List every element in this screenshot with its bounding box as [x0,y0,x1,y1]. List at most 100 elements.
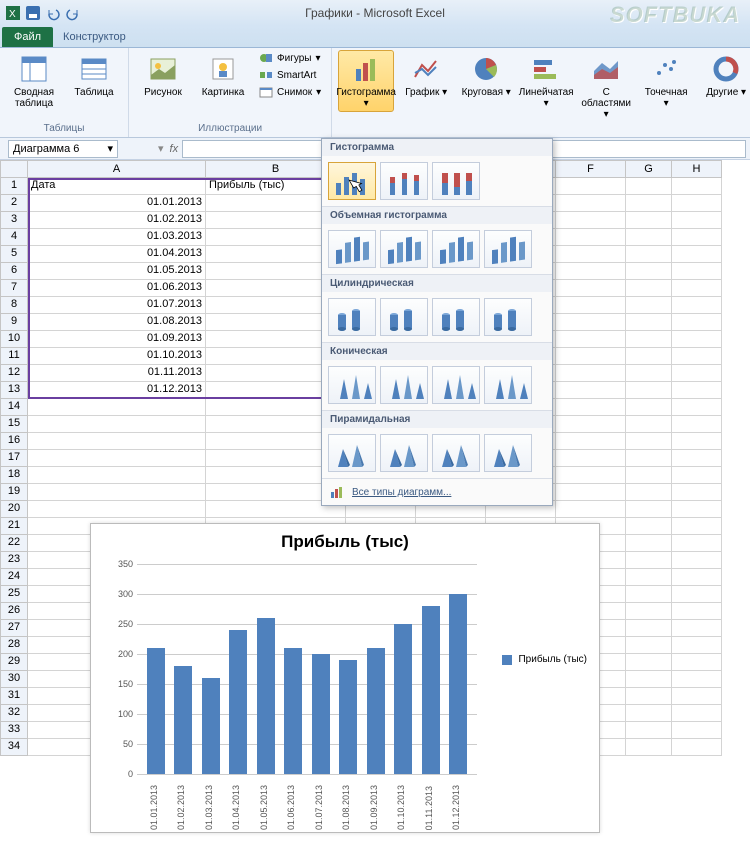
scatter-chart-button[interactable]: Точечная ▾ [638,50,694,112]
chart-type-option[interactable] [432,230,480,268]
row-header[interactable]: 34 [0,739,28,756]
cell[interactable] [672,365,722,382]
cell[interactable] [672,195,722,212]
row-header[interactable]: 24 [0,569,28,586]
plot-area[interactable]: 05010015020025030035001.01.201301.02.201… [137,564,477,774]
screenshot-button[interactable]: Снимок ▾ [255,84,325,100]
line-chart-button[interactable]: График ▾ [398,50,454,101]
cell[interactable] [626,467,672,484]
cell[interactable] [672,280,722,297]
cell[interactable] [626,654,672,671]
clipart-button[interactable]: Картинка [195,50,251,101]
cell[interactable]: 01.01.2013 [28,195,206,212]
fx-dropdown-icon[interactable]: ▾ [158,142,164,155]
cell[interactable] [556,484,626,501]
all-chart-types-link[interactable]: Все типы диаграмм... [322,479,552,505]
cell[interactable] [626,705,672,722]
cell[interactable] [556,382,626,399]
chart-type-option[interactable] [328,162,376,200]
cell[interactable] [672,484,722,501]
cell[interactable] [626,688,672,705]
cell[interactable]: 01.02.2013 [28,212,206,229]
cell[interactable]: 01.03.2013 [28,229,206,246]
cell[interactable] [28,399,206,416]
cell[interactable] [556,433,626,450]
tab-конструктор[interactable]: Конструктор [53,27,173,47]
cell[interactable] [626,637,672,654]
cell[interactable] [556,467,626,484]
table-button[interactable]: Таблица [66,50,122,101]
cell[interactable] [556,399,626,416]
cell[interactable] [672,433,722,450]
row-header[interactable]: 14 [0,399,28,416]
row-header[interactable]: 16 [0,433,28,450]
cell[interactable] [672,331,722,348]
row-header[interactable]: 11 [0,348,28,365]
cell[interactable]: 01.11.2013 [28,365,206,382]
cell[interactable]: 01.12.2013 [28,382,206,399]
cell[interactable] [672,620,722,637]
cell[interactable] [672,263,722,280]
cell[interactable] [672,671,722,688]
cell[interactable] [626,739,672,756]
row-header[interactable]: 1 [0,178,28,195]
cell[interactable] [626,569,672,586]
row-header[interactable]: 29 [0,654,28,671]
cell[interactable] [626,331,672,348]
row-header[interactable]: 13 [0,382,28,399]
chart-bar[interactable] [394,624,412,774]
cell[interactable] [672,535,722,552]
cell[interactable] [626,450,672,467]
cell[interactable] [626,263,672,280]
cell[interactable] [672,348,722,365]
column-header-F[interactable]: F [556,160,626,178]
cell[interactable] [626,280,672,297]
cell[interactable] [626,671,672,688]
chart-type-option[interactable] [380,434,428,472]
cell[interactable] [626,518,672,535]
chart-type-option[interactable] [484,434,532,472]
chart-bar[interactable] [312,654,330,774]
row-header[interactable]: 17 [0,450,28,467]
cell[interactable] [672,705,722,722]
row-header[interactable]: 18 [0,467,28,484]
column-header-G[interactable]: G [626,160,672,178]
cell[interactable] [556,348,626,365]
column-header-H[interactable]: H [672,160,722,178]
row-header[interactable]: 25 [0,586,28,603]
chevron-down-icon[interactable]: ▾ [107,142,113,155]
cell[interactable] [626,603,672,620]
cell[interactable] [626,416,672,433]
chart-bar[interactable] [174,666,192,774]
row-header[interactable]: 32 [0,705,28,722]
chart-bar[interactable] [284,648,302,774]
chart-bar[interactable] [229,630,247,774]
cell[interactable] [626,212,672,229]
picture-button[interactable]: Рисунок [135,50,191,101]
chart-type-option[interactable] [328,230,376,268]
cell[interactable]: 01.04.2013 [28,246,206,263]
chart-type-option[interactable] [380,230,428,268]
cell[interactable] [556,297,626,314]
chart-bar[interactable] [422,606,440,774]
cell[interactable] [626,433,672,450]
save-icon[interactable] [24,4,42,22]
cell[interactable] [672,399,722,416]
row-header[interactable]: 33 [0,722,28,739]
excel-icon[interactable]: X [4,4,22,22]
row-header[interactable]: 30 [0,671,28,688]
cell[interactable] [626,229,672,246]
bar-chart-button[interactable]: Линейчатая ▾ [518,50,574,112]
cell[interactable] [672,416,722,433]
cell[interactable] [672,178,722,195]
column-header-A[interactable]: A [28,160,206,178]
row-header[interactable]: 7 [0,280,28,297]
cell[interactable]: 01.09.2013 [28,331,206,348]
cell[interactable] [556,178,626,195]
undo-icon[interactable] [44,4,62,22]
cell[interactable] [626,586,672,603]
file-tab[interactable]: Файл [2,27,53,47]
cell[interactable]: Дата [28,178,206,195]
cell[interactable] [672,688,722,705]
cell[interactable] [672,722,722,739]
